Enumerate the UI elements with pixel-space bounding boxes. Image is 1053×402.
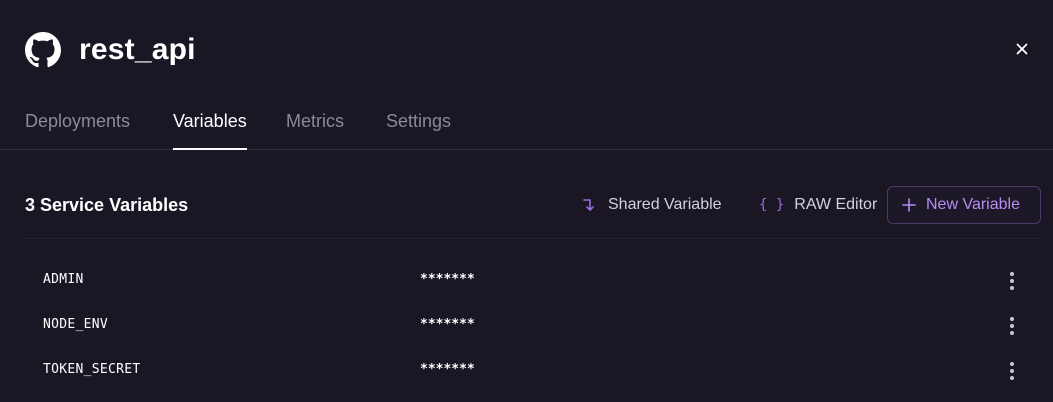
tab-bar: Deployments Variables Metrics Settings [0, 100, 1053, 150]
raw-editor-label: RAW Editor [794, 196, 878, 213]
raw-editor-button[interactable]: { } RAW Editor [759, 186, 877, 224]
variable-value[interactable]: ******* [420, 362, 475, 377]
shared-variable-label: Shared Variable [608, 196, 722, 213]
panel-header: rest_api [0, 0, 1053, 100]
arrow-down-right-icon [582, 197, 598, 213]
variable-value[interactable]: ******* [420, 272, 475, 287]
service-panel: rest_api Deployments Variables Metrics S… [0, 0, 1053, 402]
section-divider [25, 238, 1041, 239]
tab-variables[interactable]: Variables [173, 110, 247, 150]
variable-name: NODE_ENV [43, 317, 109, 332]
github-icon [25, 32, 61, 68]
new-variable-label: New Variable [926, 196, 1020, 213]
more-options-icon[interactable] [1002, 359, 1022, 383]
variable-name: ADMIN [43, 272, 84, 287]
close-icon[interactable] [1012, 39, 1032, 59]
variable-name: TOKEN_SECRET [43, 362, 141, 377]
tab-settings[interactable]: Settings [386, 110, 451, 150]
variable-row[interactable]: TOKEN_SECRET ******* [25, 349, 1041, 393]
variable-row[interactable]: NODE_ENV ******* [25, 304, 1041, 348]
shared-variable-button[interactable]: Shared Variable [582, 186, 722, 224]
variable-row[interactable]: ADMIN ******* [25, 259, 1041, 303]
braces-icon: { } [759, 197, 785, 213]
service-title: rest_api [79, 33, 196, 66]
variable-value[interactable]: ******* [420, 317, 475, 332]
plus-icon [902, 198, 916, 212]
tab-deployments[interactable]: Deployments [25, 110, 130, 150]
new-variable-button[interactable]: New Variable [887, 186, 1041, 224]
variables-count-heading: 3 Service Variables [25, 195, 189, 215]
more-options-icon[interactable] [1002, 314, 1022, 338]
more-options-icon[interactable] [1002, 269, 1022, 293]
tab-metrics[interactable]: Metrics [286, 110, 344, 150]
